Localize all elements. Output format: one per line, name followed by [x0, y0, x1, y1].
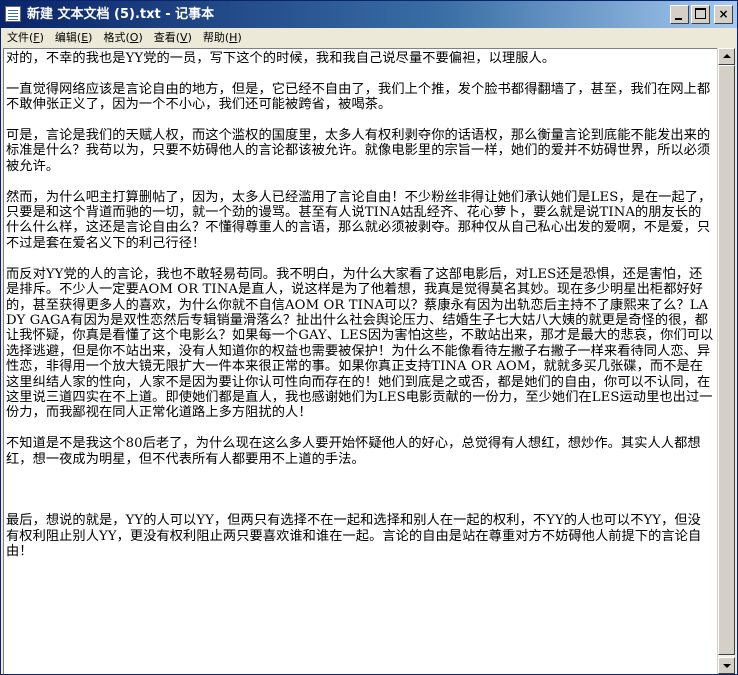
scroll-up-button[interactable]: [718, 48, 735, 65]
minimize-button[interactable]: [670, 5, 689, 24]
document-text[interactable]: 对的，不幸的我也是YY党的一员，写下这个的时候，我和我自己说尽量不要偏袒，以理服…: [6, 51, 714, 559]
window-title: 新建 文本文档 (5).txt - 记事本: [27, 7, 215, 22]
arrow-down-icon: [723, 664, 731, 668]
menu-file-label: 文件: [7, 31, 29, 44]
scroll-down-button[interactable]: [718, 657, 735, 674]
menu-view[interactable]: 查看(V): [150, 29, 199, 46]
menu-help-key: H: [229, 31, 238, 44]
menu-format[interactable]: 格式(O): [99, 29, 149, 46]
menu-format-label: 格式: [103, 31, 126, 44]
maximize-button[interactable]: [691, 5, 710, 24]
menu-view-label: 查看: [153, 31, 176, 44]
notepad-icon[interactable]: [5, 6, 21, 22]
menu-bar: 文件(F) 编辑(E) 格式(O) 查看(V) 帮助(H): [1, 28, 737, 47]
notepad-window: 新建 文本文档 (5).txt - 记事本 × 文件(F) 编辑(E) 格式(O…: [0, 0, 738, 675]
vertical-scrollbar[interactable]: [717, 48, 735, 674]
scroll-thumb[interactable]: [718, 65, 735, 655]
arrow-up-icon: [723, 54, 731, 58]
menu-edit-label: 编辑: [54, 31, 77, 44]
menu-help-label: 帮助: [202, 31, 225, 44]
menu-file-key: F: [33, 31, 40, 44]
close-icon: ×: [718, 7, 729, 21]
menu-format-key: O: [129, 31, 139, 44]
maximize-icon: [695, 8, 706, 19]
menu-edit-key: E: [81, 31, 89, 44]
menu-edit[interactable]: 编辑(E): [51, 29, 100, 46]
title-bar[interactable]: 新建 文本文档 (5).txt - 记事本 ×: [1, 1, 737, 28]
minimize-icon: [675, 18, 682, 20]
menu-view-key: V: [180, 31, 188, 44]
menu-help[interactable]: 帮助(H): [199, 29, 249, 46]
window-controls: ×: [670, 5, 733, 24]
menu-file[interactable]: 文件(F): [3, 29, 51, 46]
close-button[interactable]: ×: [714, 5, 733, 24]
text-editor[interactable]: 对的，不幸的我也是YY党的一员，写下这个的时候，我和我自己说尽量不要偏袒，以理服…: [3, 48, 717, 674]
